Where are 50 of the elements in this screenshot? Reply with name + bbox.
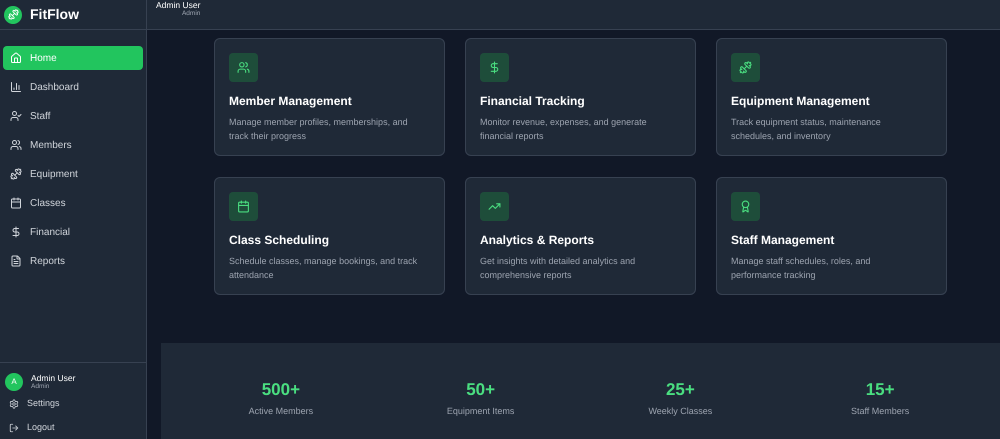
stat-label: Equipment Items (446, 404, 514, 418)
dollar-icon (10, 226, 22, 238)
settings-icon (9, 399, 19, 409)
header-user-name: Admin User (156, 1, 200, 10)
feature-title: Financial Tracking (480, 93, 586, 110)
user-name: Admin User (31, 374, 76, 383)
stat-label: Staff Members (850, 404, 910, 418)
stat-label: Weekly Classes (648, 404, 712, 418)
feature-description: Get insights with detailed analytics and comprehensive reports (480, 255, 636, 282)
feature-title: Staff Management (731, 232, 836, 249)
sidebar-link[interactable]: Settings (3, 393, 143, 415)
home-icon (10, 52, 22, 64)
stat-value: 25+ (666, 381, 695, 400)
feature-description: Monitor revenue, expenses, and generate financial reports (480, 116, 648, 143)
feature-description: Schedule classes, manage bookings, and track attendance (229, 255, 418, 282)
users-icon (10, 139, 22, 151)
user-check-icon (10, 110, 22, 122)
feature-description: Manage member profiles, memberships, and track their progress (229, 116, 409, 143)
nav-item[interactable]: Reports (3, 249, 143, 273)
sidebar-link[interactable]: Logout (3, 417, 143, 439)
nav-item[interactable]: Staff (3, 104, 143, 128)
stat-value: 50+ (466, 381, 496, 400)
feature-title: Analytics & Reports (480, 232, 596, 249)
dumbbell-icon (10, 168, 22, 180)
brand-name: FitFlow (30, 5, 79, 24)
feature-description: Track equipment status, maintenance schedules, and inventory (731, 116, 882, 143)
stat-value: 15+ (866, 381, 895, 400)
stat-value: 500+ (262, 381, 300, 400)
nav-item[interactable]: Classes (3, 191, 143, 215)
document-icon (10, 255, 22, 267)
nav-item[interactable]: Financial (3, 220, 143, 244)
users-icon (229, 53, 258, 82)
feature-title: Equipment Management (731, 93, 871, 110)
feature-description: Manage staff schedules, roles, and performance tracking (731, 255, 872, 282)
nav-item[interactable]: Equipment (3, 162, 143, 186)
dumbbell-icon (731, 53, 760, 82)
logout-icon (9, 423, 19, 433)
nav-item[interactable]: Members (3, 133, 143, 157)
bar-chart-icon (10, 81, 22, 93)
feature-title: Class Scheduling (229, 232, 330, 249)
trending-up-icon (480, 192, 509, 221)
stat-label: Active Members (248, 404, 314, 418)
logo-icon (4, 6, 22, 24)
avatar: A (5, 373, 23, 391)
calendar-icon (229, 192, 258, 221)
nav-item[interactable]: Dashboard (3, 75, 143, 99)
calendar-icon (10, 197, 22, 209)
feature-title: Member Management (229, 93, 353, 110)
award-icon (731, 192, 760, 221)
dollar-icon (480, 53, 509, 82)
